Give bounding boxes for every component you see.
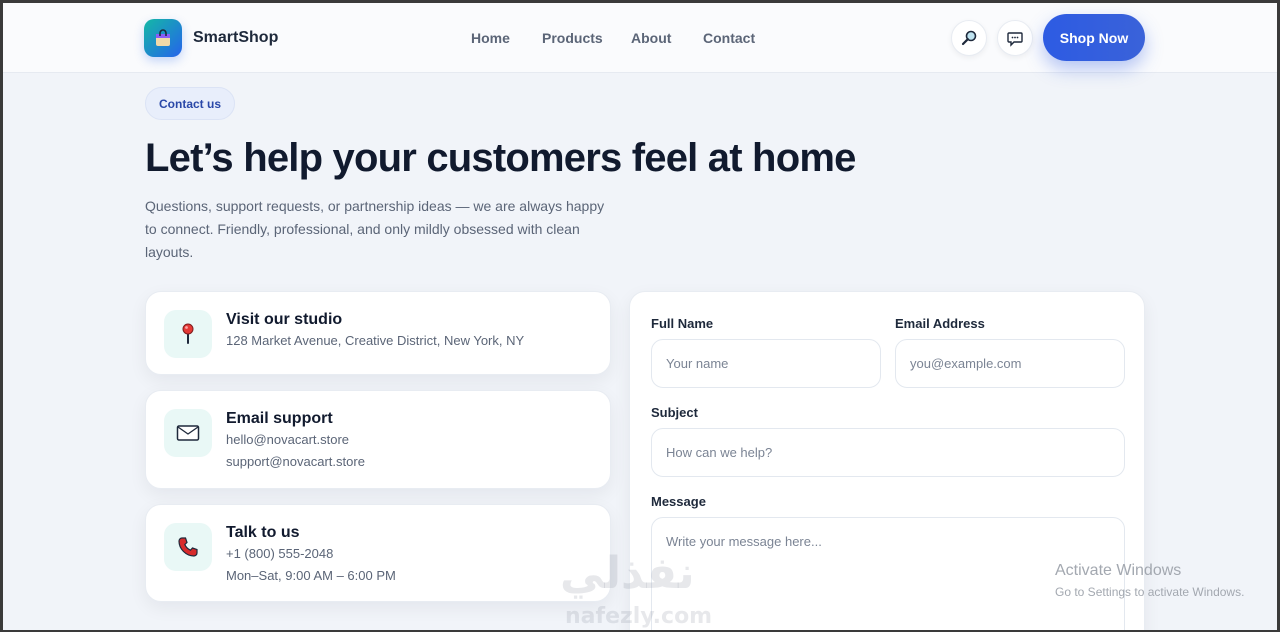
- chat-icon: [1007, 32, 1023, 47]
- contact-us-pill: Contact us: [145, 87, 236, 120]
- nav-contact[interactable]: Contact: [703, 30, 755, 46]
- contact-form: Full Name Email Address Subject Message: [629, 291, 1145, 632]
- search-button[interactable]: [951, 20, 987, 56]
- pin-icon: [182, 323, 194, 344]
- envelope-icon: [176, 425, 200, 441]
- top-navbar: SmartShop Home Products About Contact Sh…: [0, 0, 1280, 73]
- nav-about[interactable]: About: [631, 30, 671, 46]
- page-subtitle: Questions, support requests, or partners…: [145, 198, 605, 260]
- info-card-studio: Visit our studio 128 Market Avenue, Crea…: [145, 291, 611, 375]
- card-title: Visit our studio: [226, 311, 343, 328]
- info-card-phone: Talk to us +1 (800) 555-2048 Mon–Sat, 9:…: [145, 504, 611, 602]
- subject-label: Subject: [651, 405, 698, 420]
- search-icon: [961, 30, 977, 46]
- watermark-arabic: نفذلي: [560, 548, 695, 599]
- card-icon-box: [164, 523, 212, 571]
- card-icon-box: [164, 310, 212, 358]
- full-name-input[interactable]: [651, 339, 881, 388]
- info-card-email: Email support hello@novacart.store suppo…: [145, 390, 611, 489]
- windows-activation-title: Activate Windows: [1055, 562, 1182, 579]
- message-label: Message: [651, 494, 706, 509]
- chat-button[interactable]: [997, 20, 1033, 56]
- shopping-bag-icon: [156, 29, 170, 46]
- brand-name[interactable]: SmartShop: [193, 29, 278, 47]
- email-input[interactable]: [895, 339, 1125, 388]
- card-hours: Mon–Sat, 9:00 AM – 6:00 PM: [226, 568, 396, 583]
- shop-now-button[interactable]: Shop Now: [1043, 14, 1145, 61]
- page-title: Let’s help your customers feel at home: [145, 136, 856, 180]
- card-email-secondary[interactable]: support@novacart.store: [226, 454, 365, 469]
- card-email-primary[interactable]: hello@novacart.store: [226, 432, 349, 447]
- card-icon-box: [164, 409, 212, 457]
- nav-products[interactable]: Products: [542, 30, 603, 46]
- logo[interactable]: [144, 19, 182, 57]
- watermark-latin: nafezly.com: [565, 604, 713, 629]
- windows-activation-subtitle: Go to Settings to activate Windows.: [1055, 585, 1245, 599]
- card-phone-number[interactable]: +1 (800) 555-2048: [226, 546, 333, 561]
- card-title: Talk to us: [226, 524, 300, 541]
- email-label: Email Address: [895, 316, 985, 331]
- subject-input[interactable]: [651, 428, 1125, 477]
- card-title: Email support: [226, 410, 333, 427]
- card-address: 128 Market Avenue, Creative District, Ne…: [226, 333, 525, 348]
- full-name-label: Full Name: [651, 316, 714, 331]
- message-textarea[interactable]: [651, 517, 1125, 632]
- nav-home[interactable]: Home: [471, 30, 510, 46]
- phone-icon: [178, 537, 198, 557]
